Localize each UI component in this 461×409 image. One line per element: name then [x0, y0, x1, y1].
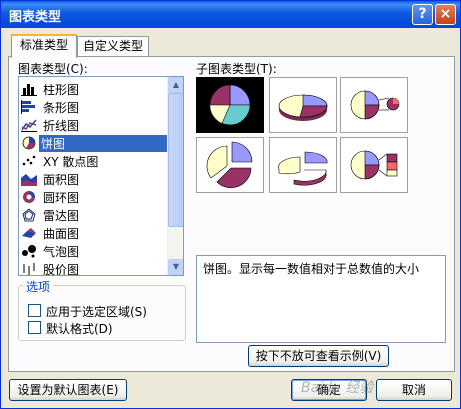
- radar-chart-icon: [22, 208, 36, 222]
- list-item-label: XY 散点图: [43, 155, 99, 169]
- bar-of-pie-subtype-icon: [350, 150, 398, 180]
- subtype-exploded-3d-pie[interactable]: [269, 137, 337, 193]
- pie-subtype-icon: [209, 84, 251, 126]
- list-item-stock[interactable]: 股价图: [19, 260, 169, 276]
- scroll-down-arrow-icon[interactable]: ▼: [168, 259, 183, 275]
- list-item-label: 柱形图: [43, 83, 80, 97]
- scatter-chart-icon: [22, 155, 36, 166]
- options-group-title: 选项: [23, 278, 54, 295]
- subtype-pie-of-pie[interactable]: [340, 77, 408, 133]
- list-item-bubble[interactable]: 气泡图: [19, 242, 169, 260]
- list-item-label: 面积图: [43, 173, 80, 187]
- surface-chart-icon: [22, 228, 36, 238]
- default-format-label: 默认格式(D): [46, 322, 113, 336]
- area-chart-icon: [21, 174, 37, 186]
- list-item-doughnut[interactable]: 圆环图: [19, 188, 169, 206]
- list-item-surface[interactable]: 曲面图: [19, 224, 169, 242]
- list-item-bar[interactable]: 条形图: [19, 98, 169, 116]
- subtype-pie[interactable]: [196, 77, 264, 133]
- close-button[interactable]: ×: [435, 4, 456, 25]
- list-item-label: 条形图: [43, 101, 80, 115]
- exploded-3d-pie-subtype-icon: [278, 151, 328, 186]
- 3d-pie-subtype-icon: [278, 94, 328, 121]
- chart-type-listbox[interactable]: 柱形图 条形图 折线图 饼图 XY 散点图 面积图 圆环图 雷达图 曲面图 气泡…: [18, 76, 184, 276]
- subtype-exploded-pie[interactable]: [196, 137, 264, 193]
- list-item-label: 饼图: [39, 135, 167, 152]
- list-item-label: 圆环图: [43, 191, 80, 205]
- stock-chart-icon: [23, 263, 35, 275]
- help-button[interactable]: ?: [412, 4, 433, 25]
- bar-chart-icon: [21, 100, 35, 114]
- list-item-line[interactable]: 折线图: [19, 116, 169, 134]
- title-bar[interactable]: 图表类型 ? ×: [1, 1, 460, 28]
- scroll-up-arrow-icon[interactable]: ▲: [168, 77, 183, 93]
- listbox-scrollbar[interactable]: ▲ ▼: [167, 77, 183, 275]
- press-to-view-sample-button[interactable]: 按下不放可查看示例(V): [248, 345, 389, 367]
- list-item-pie[interactable]: 饼图: [19, 134, 169, 152]
- tab-custom-types[interactable]: 自定义类型: [77, 36, 149, 56]
- tab-standard-types[interactable]: 标准类型: [11, 34, 77, 58]
- dialog-title: 图表类型: [9, 10, 62, 25]
- pie-chart-icon: [22, 136, 36, 150]
- subtype-3d-pie[interactable]: [269, 77, 337, 133]
- list-item-column[interactable]: 柱形图: [19, 80, 169, 98]
- scroll-thumb[interactable]: [168, 93, 183, 227]
- chart-type-label: 图表类型(C):: [18, 62, 88, 76]
- bubble-chart-icon: [22, 245, 36, 258]
- doughnut-chart-icon: [23, 191, 35, 203]
- list-item-label: 折线图: [43, 119, 80, 133]
- default-format-checkbox[interactable]: [28, 321, 41, 334]
- set-as-default-chart-button[interactable]: 设置为默认图表(E): [9, 379, 127, 401]
- list-item-label: 气泡图: [43, 245, 80, 259]
- apply-to-selection-checkbox[interactable]: [28, 304, 41, 317]
- chart-type-dialog: 图表类型 ? × 标准类型 自定义类型 图表类型(C): 柱形图 条形图 折线图…: [0, 0, 461, 409]
- list-item-radar[interactable]: 雷达图: [19, 206, 169, 224]
- list-item-scatter[interactable]: XY 散点图: [19, 152, 169, 170]
- line-chart-icon: [21, 119, 37, 132]
- subtype-label: 子图表类型(T):: [196, 62, 277, 76]
- pie-of-pie-subtype-icon: [350, 90, 400, 120]
- baidu-watermark: Baidu 经验: [301, 380, 374, 396]
- exploded-pie-subtype-icon: [206, 141, 253, 188]
- list-item-area[interactable]: 面积图: [19, 170, 169, 188]
- list-item-label: 股价图: [43, 263, 80, 276]
- cancel-button[interactable]: 取消: [376, 379, 452, 401]
- apply-to-selection-label: 应用于选定区域(S): [46, 305, 147, 319]
- subtype-bar-of-pie[interactable]: [340, 137, 408, 193]
- subtype-description: 饼图。显示每一数值相对于总数值的大小: [203, 262, 420, 276]
- list-item-label: 曲面图: [43, 227, 80, 241]
- subtype-description-box: 饼图。显示每一数值相对于总数值的大小: [196, 255, 446, 343]
- list-item-label: 雷达图: [43, 209, 80, 223]
- column-chart-icon: [21, 84, 37, 96]
